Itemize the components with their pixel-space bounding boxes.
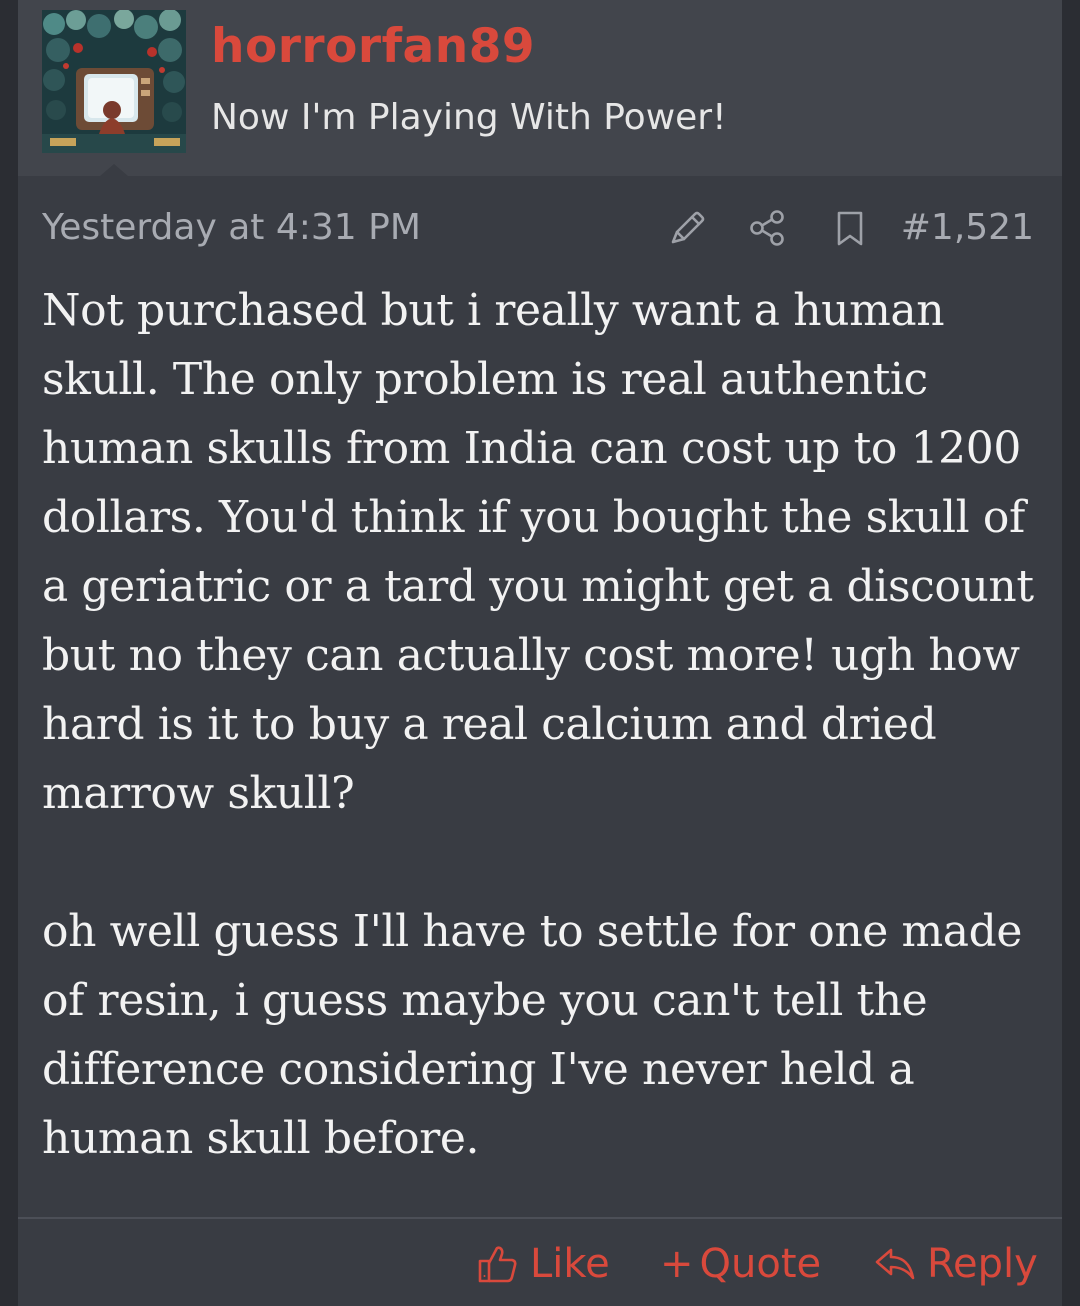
post-paragraph: oh well guess I'll have to settle for on… [42,906,1023,1164]
thumbs-up-icon [476,1242,530,1286]
avatar-image [42,10,186,153]
user-avatar[interactable] [42,10,186,153]
reply-arrow-icon [873,1242,927,1286]
edit-pencil-icon[interactable] [666,206,710,250]
forum-post: horrorfan89 Now I'm Playing With Power! … [18,0,1062,1306]
like-label: Like [530,1241,610,1287]
header-pointer [100,164,128,176]
post-user-header: horrorfan89 Now I'm Playing With Power! [18,0,1062,176]
reply-label: Reply [927,1241,1038,1287]
plus-icon: + [660,1241,694,1287]
quote-button[interactable]: + Quote [660,1236,821,1292]
post-timestamp[interactable]: Yesterday at 4:31 PM [42,203,421,253]
share-icon[interactable] [746,206,790,250]
post-paragraph: Not purchased but i really want a human … [42,285,1034,819]
post-number-link[interactable]: #1,521 [901,203,1034,253]
like-button[interactable]: Like [476,1236,610,1292]
post-message-body: Not purchased but i really want a human … [42,276,1042,1173]
quote-label: Quote [699,1241,822,1287]
post-footer-divider [18,1217,1062,1219]
bookmark-icon[interactable] [828,206,872,250]
user-title: Now I'm Playing With Power! [211,97,727,138]
username-link[interactable]: horrorfan89 [211,12,535,82]
reply-button[interactable]: Reply [873,1236,1038,1292]
